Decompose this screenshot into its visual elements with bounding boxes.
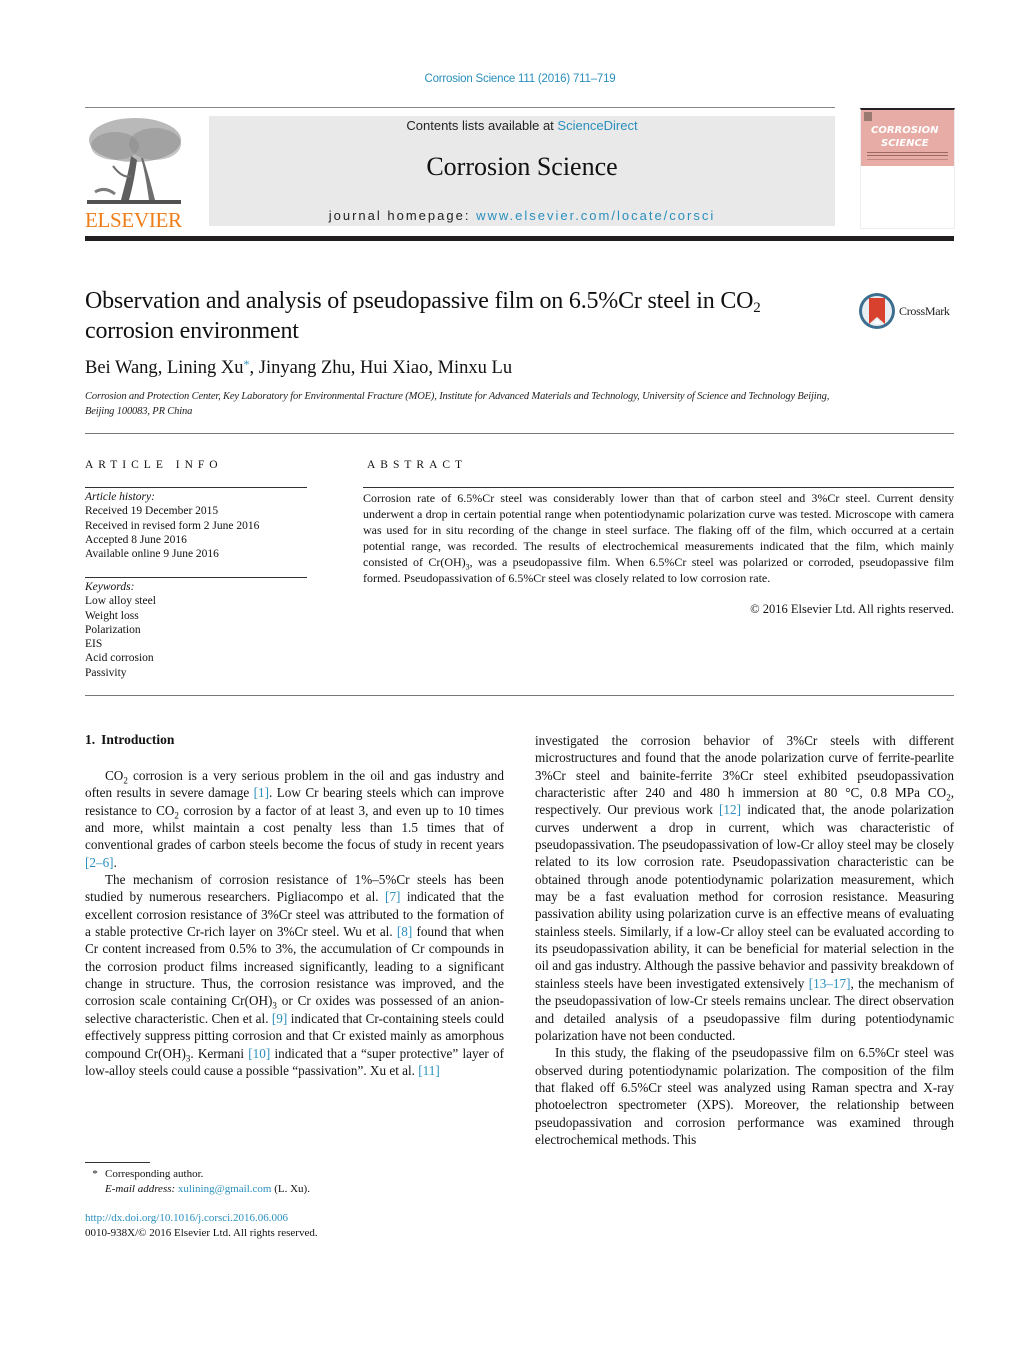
header-top-rule	[85, 107, 835, 108]
history-item: Received in revised form 2 June 2016	[85, 519, 260, 532]
footnote-text: Corresponding author.	[105, 1168, 204, 1180]
cover-publisher-icon	[864, 112, 872, 121]
homepage-prefix: journal homepage:	[328, 208, 477, 223]
elsevier-wordmark: ELSEVIER	[85, 208, 182, 232]
divider	[85, 577, 307, 578]
footnote-corresponding: * Corresponding author. E-mail address: x…	[85, 1167, 310, 1196]
sciencedirect-link[interactable]: ScienceDirect	[557, 118, 637, 133]
header-thick-rule	[85, 236, 954, 241]
keyword-item: Passivity	[85, 666, 127, 679]
elsevier-logo[interactable]: ELSEVIER	[85, 116, 185, 232]
divider	[85, 433, 954, 434]
author-separator: ,	[249, 358, 259, 378]
keyword-item: Polarization	[85, 623, 141, 636]
divider	[85, 695, 954, 696]
text: .	[113, 854, 117, 870]
author-separator: ,	[428, 358, 438, 378]
article-info-heading: ARTICLE INFO	[85, 459, 223, 471]
author[interactable]: Bei Wang	[85, 358, 158, 378]
section-number: 1.	[85, 732, 96, 747]
cover-title: CORROSION SCIENCE	[871, 124, 939, 150]
history-item: Accepted 8 June 2016	[85, 533, 187, 546]
keyword-item: Weight loss	[85, 609, 139, 622]
cover-title-line1: CORROSION	[871, 125, 939, 136]
text: CO	[105, 768, 124, 783]
crossmark-icon	[859, 293, 895, 329]
divider	[85, 487, 307, 488]
paragraph: CO2 corrosion is a very serious problem …	[85, 767, 504, 871]
email-link[interactable]: xulining@gmail.com	[178, 1183, 272, 1195]
section-heading-introduction: 1. Introduction	[85, 732, 174, 748]
paragraph: In this study, the flaking of the pseudo…	[535, 1045, 954, 1147]
paragraph: The mechanism of corrosion resistance of…	[85, 871, 504, 1079]
reference-link[interactable]: [7]	[385, 889, 400, 904]
body-column-right: investigated the corrosion behavior of 3…	[535, 732, 954, 1148]
keyword-item: Acid corrosion	[85, 652, 154, 665]
author[interactable]: Jinyang Zhu	[259, 358, 351, 378]
keywords: Keywords: Low alloy steel Weight loss Po…	[85, 580, 156, 680]
article-history: Article history: Received 19 December 20…	[85, 490, 259, 561]
reference-link[interactable]: [8]	[397, 924, 412, 939]
reference-link[interactable]: [12]	[719, 802, 741, 817]
title-part1: Observation and analysis of pseudopassiv…	[85, 288, 754, 314]
footnote-mark: *	[92, 1168, 98, 1180]
contents-availability: Contents lists available at ScienceDirec…	[209, 118, 835, 133]
cover-banner: CORROSION SCIENCE	[861, 110, 954, 166]
reference-link[interactable]: [10]	[248, 1046, 270, 1061]
title-subscript: 2	[753, 300, 761, 316]
text: indicated that, the anode polarization c…	[535, 802, 954, 991]
doi-block: http://dx.doi.org/10.1016/j.corsci.2016.…	[85, 1211, 318, 1240]
reference-link[interactable]: [2–6]	[85, 855, 114, 870]
affiliation: Corrosion and Protection Center, Key Lab…	[85, 391, 830, 417]
cover-title-line2: SCIENCE	[881, 138, 929, 149]
journal-cover-thumbnail[interactable]: CORROSION SCIENCE	[860, 108, 955, 229]
journal-homepage: journal homepage: www.elsevier.com/locat…	[209, 208, 835, 223]
title-part2: corrosion environment	[85, 318, 299, 344]
doi-link[interactable]: http://dx.doi.org/10.1016/j.corsci.2016.…	[85, 1212, 288, 1224]
text: investigated the corrosion behavior of 3…	[535, 733, 954, 801]
reference-link[interactable]: [11]	[418, 1063, 439, 1078]
author[interactable]: Minxu Lu	[438, 358, 513, 378]
contents-prefix: Contents lists available at	[406, 118, 558, 133]
text: . Kermani	[190, 1045, 249, 1061]
journal-name: Corrosion Science	[426, 152, 618, 181]
cover-subtitle-lines	[867, 152, 948, 153]
homepage-link[interactable]: www.elsevier.com/locate/corsci	[476, 208, 715, 223]
reference-link[interactable]: [1]	[254, 785, 269, 800]
history-label: Article history:	[85, 491, 155, 503]
issn-copyright: 0010-938X/© 2016 Elsevier Ltd. All right…	[85, 1226, 318, 1239]
author[interactable]: Lining Xu	[167, 358, 244, 378]
reference-link[interactable]: [13–17]	[809, 976, 851, 991]
crossmark-badge[interactable]: CrossMark	[858, 291, 958, 331]
abstract-copyright: © 2016 Elsevier Ltd. All rights reserved…	[750, 602, 954, 616]
author-separator: ,	[350, 358, 360, 378]
author[interactable]: Hui Xiao	[360, 358, 428, 378]
footnote-email-line: E-mail address: xulining@gmail.com (L. X…	[85, 1182, 310, 1197]
elsevier-tree-icon	[85, 116, 183, 206]
footnote-line: * Corresponding author.	[85, 1167, 310, 1182]
history-item: Available online 9 June 2016	[85, 548, 219, 561]
footnote-rule	[85, 1162, 150, 1163]
crossmark-label: CrossMark	[899, 303, 950, 318]
article-title: Observation and analysis of pseudopassiv…	[85, 286, 845, 346]
history-item: Received 19 December 2015	[85, 505, 219, 518]
journal-citation-link[interactable]: Corrosion Science 111 (2016) 711–719	[0, 73, 1020, 85]
abstract-text: Corrosion rate of 6.5%Cr steel was consi…	[363, 490, 954, 586]
email-label: E-mail address:	[105, 1182, 176, 1195]
email-suffix: (L. Xu).	[271, 1182, 310, 1195]
section-title: Introduction	[101, 732, 175, 747]
author-separator: ,	[157, 358, 167, 378]
abstract-heading: ABSTRACT	[367, 459, 468, 471]
author-list: Bei Wang, Lining Xu*, Jinyang Zhu, Hui X…	[85, 357, 512, 379]
journal-banner: Contents lists available at ScienceDirec…	[209, 116, 835, 226]
paragraph-continued: investigated the corrosion behavior of 3…	[535, 732, 954, 1044]
keywords-label: Keywords:	[85, 581, 135, 593]
reference-link[interactable]: [9]	[272, 1011, 287, 1026]
keyword-item: EIS	[85, 638, 103, 651]
keyword-item: Low alloy steel	[85, 595, 156, 608]
body-column-left: CO2 corrosion is a very serious problem …	[85, 767, 504, 1079]
divider	[363, 487, 954, 488]
